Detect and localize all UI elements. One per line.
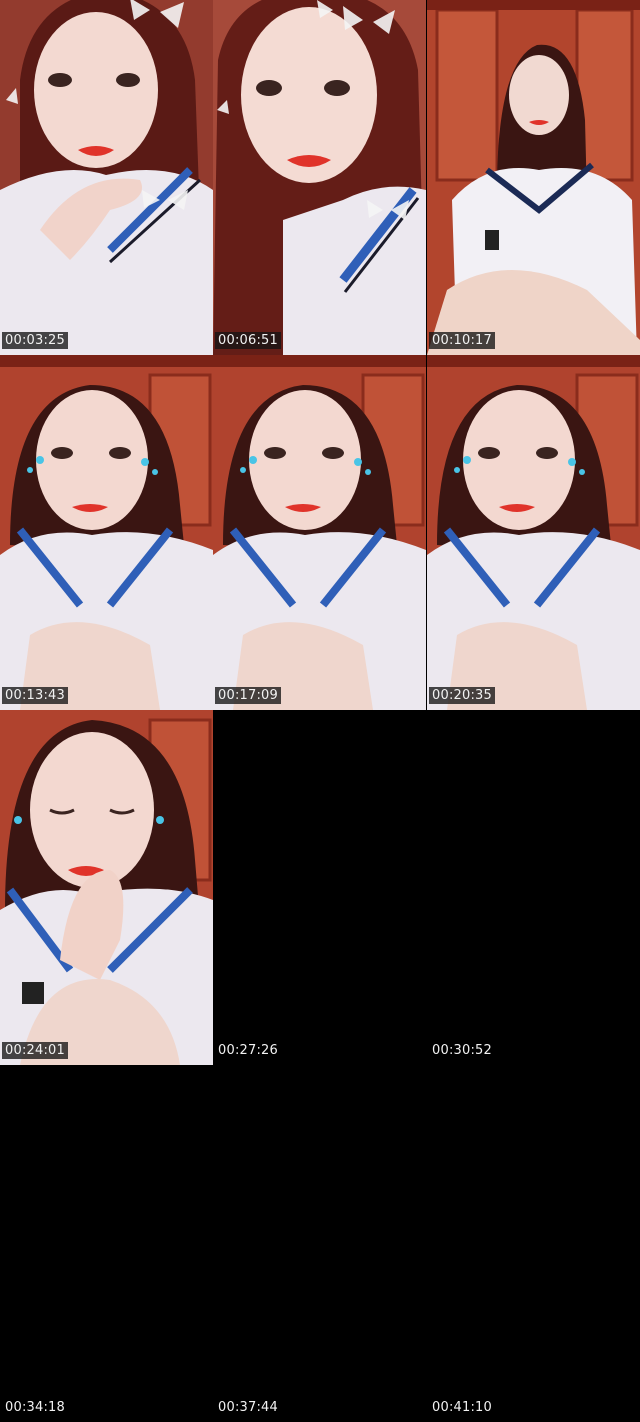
frame-thumbnail-empty[interactable]: 00:30:52 bbox=[427, 710, 640, 1065]
frame-timestamp: 00:34:18 bbox=[5, 1400, 65, 1415]
frame-image bbox=[213, 0, 426, 355]
frame-timestamp: 00:30:52 bbox=[432, 1043, 492, 1058]
frame-timestamp: 00:03:25 bbox=[2, 332, 68, 349]
frame-thumbnail[interactable]: 00:10:17 bbox=[427, 0, 640, 355]
frame-timestamp: 00:06:51 bbox=[215, 332, 281, 349]
frame-thumbnail[interactable]: 00:13:43 bbox=[0, 355, 213, 710]
frame-thumbnail[interactable]: 00:17:09 bbox=[213, 355, 426, 710]
frame-thumbnail-empty[interactable]: 00:37:44 bbox=[213, 1065, 426, 1422]
frame-thumbnail[interactable]: 00:06:51 bbox=[213, 0, 426, 355]
frame-thumbnail[interactable]: 00:03:25 bbox=[0, 0, 213, 355]
frame-thumbnail-empty[interactable]: 00:27:26 bbox=[213, 710, 426, 1065]
frame-timestamp: 00:20:35 bbox=[429, 687, 495, 704]
frame-thumbnail-empty[interactable]: 00:34:18 bbox=[0, 1065, 213, 1422]
frame-timestamp: 00:17:09 bbox=[215, 687, 281, 704]
frame-timestamp: 00:24:01 bbox=[2, 1042, 68, 1059]
frame-timestamp: 00:41:10 bbox=[432, 1400, 492, 1415]
frame-timestamp: 00:27:26 bbox=[218, 1043, 278, 1058]
frame-image bbox=[0, 355, 213, 710]
frame-image bbox=[0, 710, 213, 1065]
frame-timestamp: 00:13:43 bbox=[2, 687, 68, 704]
frame-image bbox=[0, 0, 213, 355]
frame-thumbnail[interactable]: 00:20:35 bbox=[427, 355, 640, 710]
frame-timestamp: 00:37:44 bbox=[218, 1400, 278, 1415]
frame-timestamp: 00:10:17 bbox=[429, 332, 495, 349]
frame-thumbnail[interactable]: 00:24:01 bbox=[0, 710, 213, 1065]
frame-image bbox=[427, 0, 640, 355]
frame-thumbnail-empty[interactable]: 00:41:10 bbox=[427, 1065, 640, 1422]
frame-image bbox=[213, 355, 426, 710]
contact-sheet-grid: 00:03:25 00:06:51 00:10:17 00:13:43 00:1… bbox=[0, 0, 640, 1422]
frame-image bbox=[427, 355, 640, 710]
